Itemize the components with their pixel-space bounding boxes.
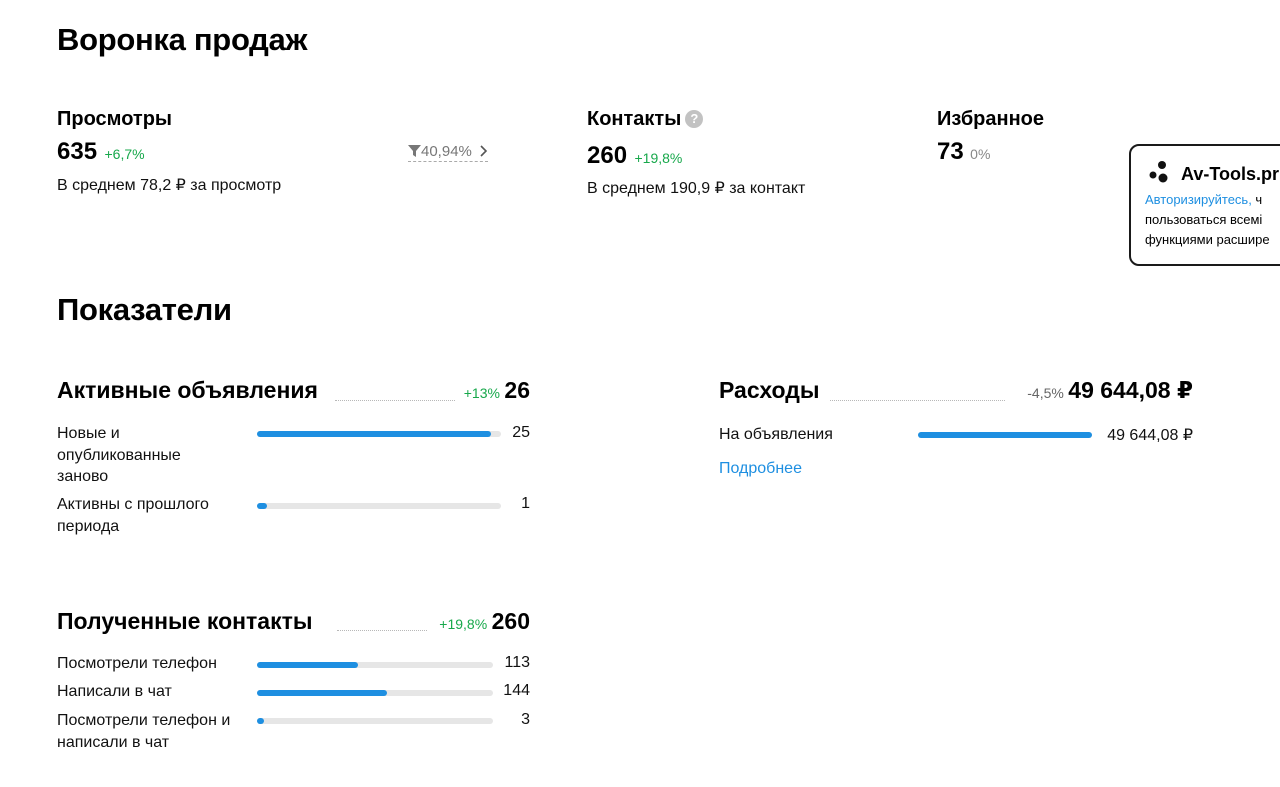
av-tools-logo-icon bbox=[1147, 160, 1171, 184]
av-tools-popup[interactable]: Av-Tools.pr Авторизируйтесь, ч пользоват… bbox=[1129, 144, 1280, 266]
contacts-label: Контакты bbox=[587, 108, 682, 130]
funnel-title: Воронка продаж bbox=[57, 22, 308, 57]
expenses-title: Расходы bbox=[719, 377, 820, 404]
received-contacts-total: 260 bbox=[491, 608, 530, 634]
received-contacts-row-label: Посмотрели телефон и написали в чат bbox=[57, 712, 231, 751]
received-contacts-row-label: Написали в чат bbox=[57, 683, 172, 700]
received-contacts-delta: +19,8% bbox=[439, 616, 488, 632]
views-value-group: 635 +6,7% bbox=[57, 138, 145, 166]
received-contacts-summary: +19,8% 260 bbox=[415, 608, 530, 635]
contacts-average: В среднем 190,9 ₽ за контакт bbox=[587, 180, 806, 197]
received-contacts-row-bar bbox=[257, 690, 387, 696]
contacts-value: 260 bbox=[587, 142, 628, 169]
filter-icon bbox=[408, 145, 421, 157]
views-conversion-link[interactable]: 40,94% bbox=[408, 143, 489, 162]
active-ads-row-value: 25 bbox=[512, 424, 530, 441]
expenses-divider bbox=[830, 400, 1005, 401]
active-ads-row-value: 1 bbox=[521, 495, 530, 512]
expenses-row-bar bbox=[918, 432, 1092, 438]
chevron-right-icon bbox=[480, 145, 488, 157]
authorize-link[interactable]: Авторизируйтесь, bbox=[1145, 192, 1252, 207]
av-tools-brand: Av-Tools.pr bbox=[1181, 164, 1279, 184]
favorites-value-group: 73 0% bbox=[937, 138, 990, 166]
indicators-title: Показатели bbox=[57, 292, 232, 327]
views-value: 635 bbox=[57, 138, 98, 165]
active-ads-total: 26 bbox=[504, 377, 530, 403]
contacts-delta: +19,8% bbox=[634, 150, 683, 166]
favorites-label: Избранное bbox=[937, 108, 1045, 130]
expenses-row-value: 49 644,08 ₽ bbox=[1107, 427, 1193, 444]
active-ads-row-track bbox=[257, 431, 501, 437]
received-contacts-row-label: Посмотрели телефон bbox=[57, 655, 217, 672]
active-ads-row-bar bbox=[257, 503, 267, 509]
expenses-delta: -4,5% bbox=[1027, 385, 1064, 401]
popup-line-1: Авторизируйтесь, ч bbox=[1145, 190, 1262, 210]
received-contacts-row-track bbox=[257, 690, 493, 696]
views-average: В среднем 78,2 ₽ за просмотр bbox=[57, 177, 282, 194]
expenses-row-track bbox=[918, 432, 1092, 438]
received-contacts-row-value: 144 bbox=[503, 682, 530, 699]
active-ads-row-bar bbox=[257, 431, 492, 437]
active-ads-delta: +13% bbox=[463, 385, 500, 401]
favorites-value: 73 bbox=[937, 138, 964, 165]
expenses-row-label: На объявления bbox=[719, 426, 833, 443]
expenses-details-link[interactable]: Подробнее bbox=[719, 460, 802, 478]
views-delta: +6,7% bbox=[104, 146, 145, 162]
views-conversion-value: 40,94% bbox=[421, 143, 472, 160]
received-contacts-row-value: 3 bbox=[521, 711, 530, 728]
active-ads-summary: +13% 26 bbox=[455, 377, 530, 404]
views-label: Просмотры bbox=[57, 108, 173, 130]
expenses-total: 49 644,08 ₽ bbox=[1068, 377, 1193, 403]
received-contacts-row-value: 113 bbox=[504, 654, 530, 671]
received-contacts-row-track bbox=[257, 718, 493, 724]
contacts-section-divider bbox=[337, 630, 427, 631]
contacts-label-group: Контакты? bbox=[587, 108, 704, 131]
expenses-summary: -4,5% 49 644,08 ₽ bbox=[1000, 377, 1193, 404]
active-ads-row-track bbox=[257, 503, 501, 509]
active-ads-row-label: Активны с прошлого периода bbox=[57, 496, 209, 535]
favorites-delta: 0% bbox=[970, 146, 991, 162]
received-contacts-row-bar bbox=[257, 662, 359, 668]
received-contacts-title: Полученные контакты bbox=[57, 608, 313, 635]
received-contacts-row-bar bbox=[257, 718, 265, 724]
popup-line-3: функциями расшире bbox=[1145, 232, 1270, 247]
received-contacts-row-track bbox=[257, 662, 493, 668]
active-ads-title: Активные объявления bbox=[57, 377, 318, 404]
active-ads-divider bbox=[335, 400, 455, 401]
contacts-value-group: 260 +19,8% bbox=[587, 142, 682, 170]
popup-line-2: пользоваться всемі bbox=[1145, 212, 1263, 227]
active-ads-row-label: Новые и опубликованные заново bbox=[57, 425, 181, 485]
popup-line-1-tail: ч bbox=[1251, 192, 1263, 207]
help-icon[interactable]: ? bbox=[685, 110, 704, 128]
